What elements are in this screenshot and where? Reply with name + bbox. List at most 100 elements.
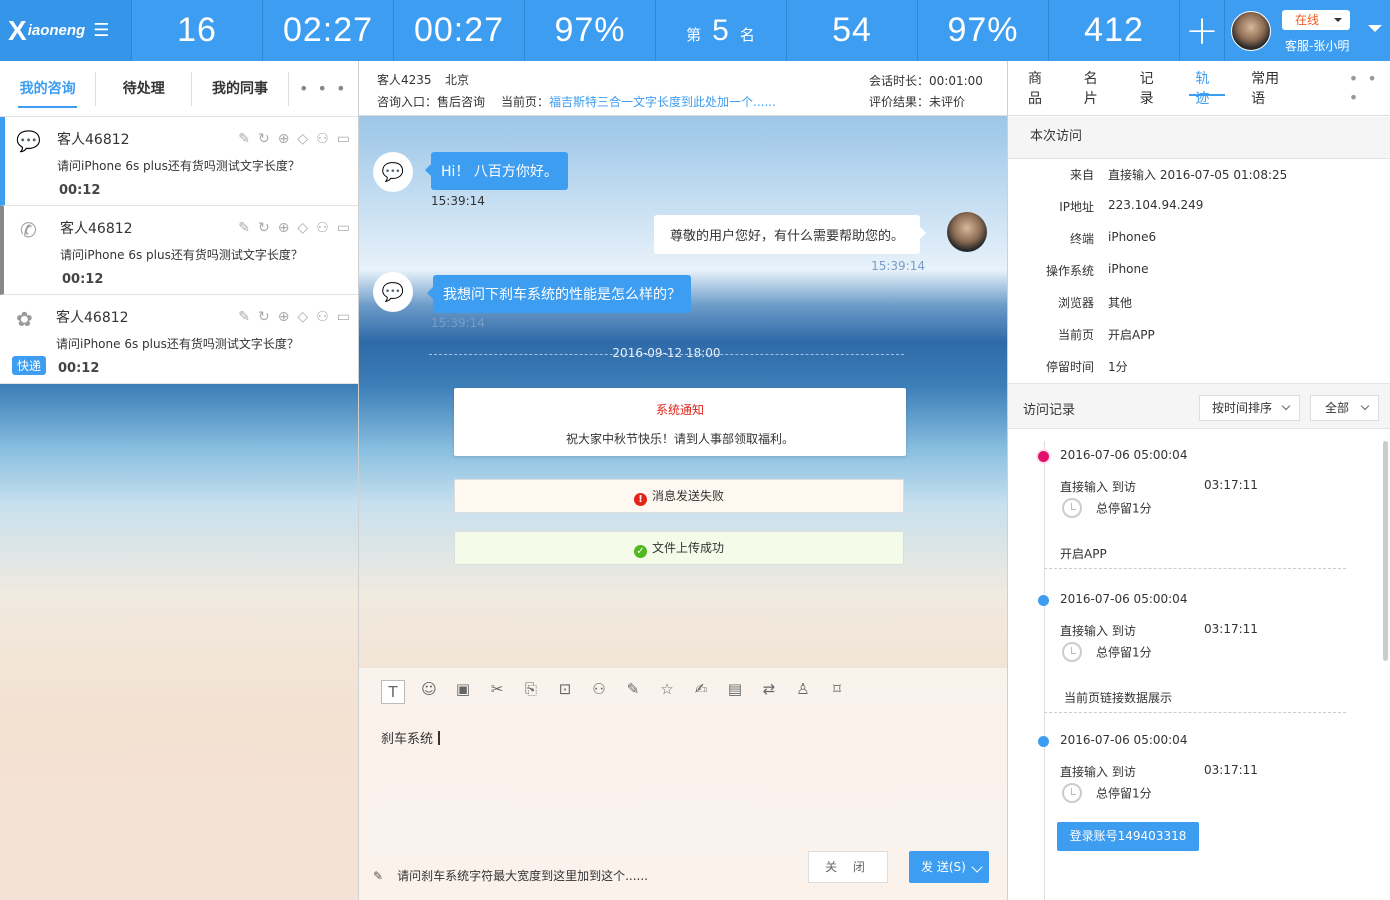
logo: X iaoneng ☰ <box>0 0 131 61</box>
user-icon[interactable]: ⚇ <box>316 309 329 325</box>
guest-avatar: 💬 <box>373 152 413 192</box>
user-icon[interactable]: ⚇ <box>316 131 329 147</box>
record-time: 03:17:11 <box>1204 478 1258 492</box>
current-page-label: 当前页： <box>501 95 550 109</box>
more-tabs-button[interactable]: • • • <box>1349 69 1390 107</box>
record-source: 直接输入 到访 <box>1060 624 1136 638</box>
refresh-icon[interactable]: ↻ <box>258 220 270 236</box>
info-value: 直接输入 2016-07-05 01:08:25 <box>1108 168 1288 182</box>
close-button[interactable]: 关 闭 <box>808 851 888 883</box>
item-tools: ✎ ↻ ⊕ ◇ ⚇ ▭ <box>238 309 350 325</box>
info-key: 来自 <box>1069 168 1094 182</box>
sort-select[interactable]: 按时间排序 <box>1199 395 1300 421</box>
contact-card-icon[interactable]: ⊡ <box>555 680 575 704</box>
wechat-icon: 💬 <box>16 129 41 153</box>
express-badge: 快递 <box>12 356 47 375</box>
record-source: 直接输入 到访 <box>1060 480 1136 494</box>
scrollbar[interactable] <box>1383 441 1388 661</box>
list-item[interactable]: 💬 客人46812 请问iPhone 6s plus还有货吗测试文字长度？ 00… <box>0 117 358 206</box>
info-key: 浏览器 <box>1057 296 1094 310</box>
agent-avatar <box>947 212 987 252</box>
system-notice: 系统通知 祝大家中秋节快乐！请到人事部领取福利。 <box>454 388 906 456</box>
diamond-icon[interactable]: ◇ <box>297 309 308 325</box>
add-button[interactable]: + <box>1179 0 1224 61</box>
shield-icon[interactable]: ⊕ <box>278 220 290 236</box>
image-icon[interactable]: ▣ <box>453 680 473 704</box>
diamond-icon[interactable]: ◇ <box>297 131 308 147</box>
tab-records[interactable]: 记录 <box>1140 68 1164 108</box>
tab-card[interactable]: 名片 <box>1084 68 1108 108</box>
tab-phrases[interactable]: 常用语 <box>1251 68 1287 108</box>
tab-trace[interactable]: 轨迹 <box>1189 68 1225 108</box>
clock-icon <box>1062 498 1082 518</box>
user-dropdown-icon[interactable] <box>1368 25 1382 39</box>
hamburger-menu-icon[interactable]: ☰ <box>93 20 109 41</box>
tab-my-consult[interactable]: 我的咨询 <box>0 61 95 116</box>
user-icon[interactable]: ⚇ <box>316 220 329 236</box>
user-box: 在线 客服-张小明 <box>1224 0 1390 61</box>
diamond-icon[interactable]: ◇ <box>297 220 308 236</box>
more-tabs-button[interactable]: • • • <box>289 61 358 116</box>
card-icon[interactable]: ▭ <box>337 220 350 236</box>
edit-icon[interactable]: ✎ <box>238 220 250 236</box>
bookmark-icon[interactable]: ⌑ <box>827 680 847 704</box>
text-caret <box>438 731 441 745</box>
stat-6: 54 <box>786 0 917 61</box>
conversation-panel: 我的咨询 待处理 我的同事 • • • 💬 客人46812 请问iPhone 6… <box>0 61 358 384</box>
info-value: 1分 <box>1108 360 1128 374</box>
editor-toolbar: T ☺ ▣ ✂ ⎘ ⊡ ⚇ ✎ ☆ ✍ ▤ ⇄ ♙ ⌑ <box>381 680 847 704</box>
text-format-icon[interactable]: T <box>381 680 405 704</box>
divider-date: 2016-09-12 18:00 <box>612 346 721 360</box>
note-icon[interactable]: ✎ <box>623 680 643 704</box>
filter-select[interactable]: 全部 <box>1310 395 1379 421</box>
message-input[interactable]: 刹车系统 <box>381 728 441 747</box>
shield-icon[interactable]: ⊕ <box>278 309 290 325</box>
rank-stat: 第 5 名 <box>655 0 786 61</box>
emoji-icon[interactable]: ☺ <box>419 680 439 704</box>
send-failed-notice[interactable]: ! 消息发送失败 <box>454 479 904 513</box>
guest-name: 客人46812 <box>57 132 130 148</box>
info-key: 终端 <box>1069 232 1094 246</box>
tab-pending[interactable]: 待处理 <box>96 61 191 116</box>
refresh-icon[interactable]: ↻ <box>258 131 270 147</box>
card-icon[interactable]: ▭ <box>337 131 350 147</box>
edit-icon[interactable]: ✎ <box>238 309 250 325</box>
info-value: iPhone6 <box>1108 230 1157 244</box>
screenshot-icon[interactable]: ✂ <box>487 680 507 704</box>
tab-products[interactable]: 商品 <box>1028 68 1052 108</box>
list-item[interactable]: ✆ 客人46812 请问iPhone 6s plus还有货吗测试文字长度？ 00… <box>0 206 358 295</box>
star-icon[interactable]: ☆ <box>657 680 677 704</box>
transfer-icon[interactable]: ⇄ <box>759 680 779 704</box>
tab-colleagues[interactable]: 我的同事 <box>192 61 287 116</box>
stat-4: 97% <box>524 0 655 61</box>
card-icon[interactable]: ▭ <box>337 309 350 325</box>
avatar[interactable] <box>1231 11 1271 51</box>
user-icon[interactable]: ⚇ <box>589 680 609 704</box>
guest-city: 北京 <box>445 73 470 87</box>
send-button[interactable]: 发 送(S) <box>909 851 989 883</box>
refresh-icon[interactable]: ↻ <box>258 309 270 325</box>
shield-icon[interactable]: ⊕ <box>278 131 290 147</box>
record-date: 2016-07-06 05:00:04 <box>1060 448 1188 462</box>
timeline-dot <box>1038 595 1049 606</box>
session-duration: 会话时长：00:01:00 <box>869 74 983 88</box>
message-editor: T ☺ ▣ ✂ ⎘ ⊡ ⚇ ✎ ☆ ✍ ▤ ⇄ ♙ ⌑ 刹车系统 ✎ 请问刹车系统… <box>359 668 1007 900</box>
file-icon[interactable]: ⎘ <box>521 680 541 704</box>
login-account-button[interactable]: 登录账号149403318 <box>1057 822 1199 851</box>
chat-message-guest: Hi！ 八百方你好。 <box>425 152 568 190</box>
edit-icon[interactable]: ✎ <box>238 131 250 147</box>
consult-entry: 咨询入口：售后咨询 <box>377 95 486 109</box>
status-select[interactable]: 在线 <box>1282 10 1350 30</box>
wait-time: 00:12 <box>58 361 100 376</box>
list-item[interactable]: ✿ 客人46812 请问iPhone 6s plus还有货吗测试文字长度？ 快递… <box>0 295 358 384</box>
chat-header: 客人4235 北京 咨询入口：售后咨询 当前页：福吉斯特三合一文字长度到此处加一… <box>359 61 1007 116</box>
current-page-link[interactable]: 福吉斯特三合一文字长度到此处加一个...... <box>549 95 776 109</box>
rank-suffix: 名 <box>739 27 756 44</box>
terminal-icon[interactable]: ▤ <box>725 680 745 704</box>
record-source: 直接输入 到访 <box>1060 765 1136 779</box>
group-icon[interactable]: ♙ <box>793 680 813 704</box>
edit-icon[interactable]: ✍ <box>691 680 711 704</box>
guest-name: 客人46812 <box>56 310 129 326</box>
wechat-icon: 💬 <box>381 161 405 183</box>
record-time: 03:17:11 <box>1204 763 1258 777</box>
